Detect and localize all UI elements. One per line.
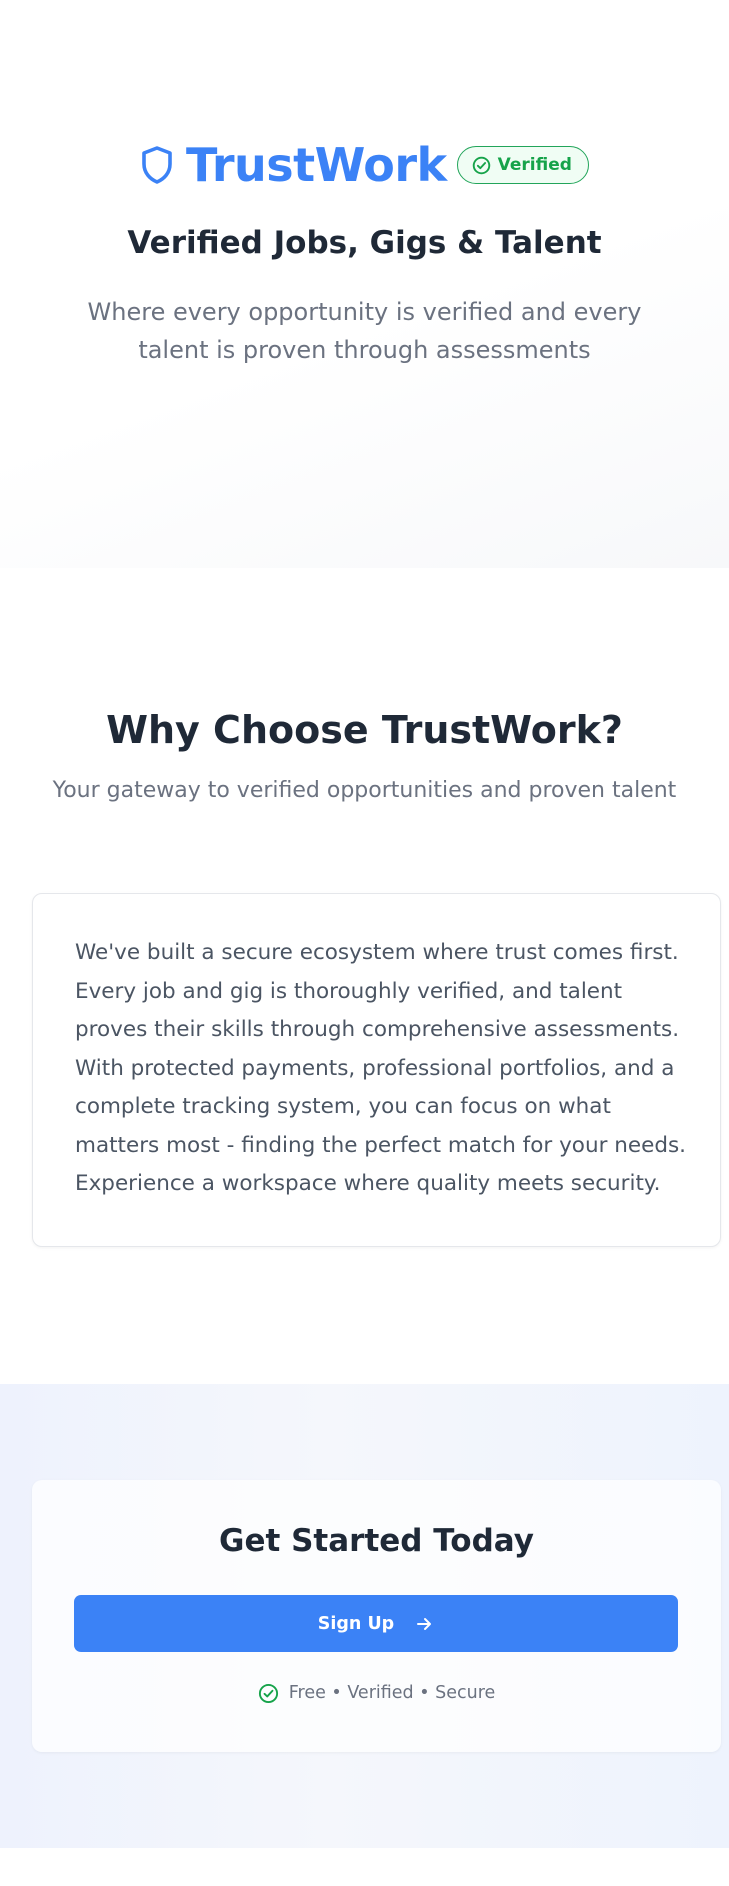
cta-card: Get Started Today Sign Up Free • Verifie… (32, 1480, 721, 1752)
cta-section: Get Started Today Sign Up Free • Verifie… (0, 1384, 729, 1848)
check-circle-icon (258, 1683, 279, 1704)
verified-badge-label: Verified (497, 155, 572, 175)
sign-up-button-label: Sign Up (317, 1613, 395, 1634)
why-card: We've built a secure ecosystem where tru… (32, 893, 721, 1247)
why-card-body: We've built a secure ecosystem where tru… (75, 940, 687, 1196)
brand-header: TrustWork Verified (0, 138, 729, 192)
brand-name: TrustWork (186, 138, 447, 192)
check-circle-icon (472, 156, 491, 175)
cta-title: Get Started Today (219, 1523, 534, 1559)
why-section-subtitle: Your gateway to verified opportunities a… (52, 778, 677, 803)
hero-section: TrustWork Verified Verified Jobs, Gigs &… (0, 0, 729, 568)
hero-subtitle: Verified Jobs, Gigs & Talent (127, 225, 602, 261)
sign-up-button[interactable]: Sign Up (74, 1595, 678, 1652)
verified-badge: Verified (456, 146, 589, 184)
why-section-title: Why Choose TrustWork? (106, 708, 623, 752)
hero-description: Where every opportunity is verified and … (87, 298, 642, 364)
shield-icon (140, 145, 174, 185)
arrow-right-icon (414, 1614, 434, 1634)
cta-footnote: Free • Verified • Secure (32, 1680, 721, 1706)
cta-footnote-text: Free • Verified • Secure (288, 1683, 496, 1703)
